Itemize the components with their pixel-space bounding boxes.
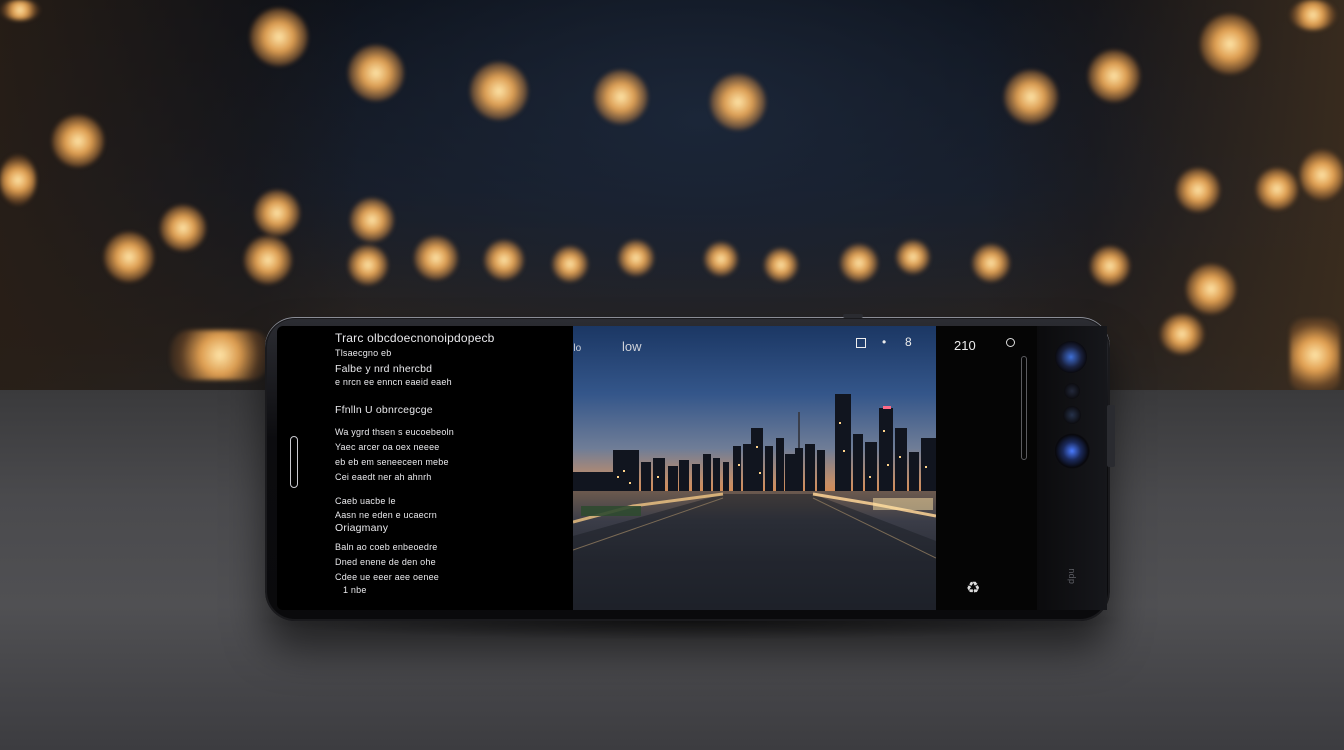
text-line: Oriagmany <box>335 522 389 534</box>
side-label: dpu <box>1065 568 1076 584</box>
bokeh-light <box>250 8 308 66</box>
bokeh-light <box>896 240 930 274</box>
bokeh-light <box>348 245 388 285</box>
phone-screen: Trarc olbcdoecnonoipdopecb Tlsaecgno eb … <box>277 326 1037 610</box>
bokeh-light <box>160 205 206 251</box>
text-line: Falbe y nrd nhercbd <box>335 363 433 375</box>
sensor-dot <box>1063 406 1081 424</box>
volume-button <box>1107 405 1115 467</box>
text-line: Tlsaecgno eb <box>335 348 392 358</box>
bokeh-light <box>1256 168 1298 210</box>
main-camera-lens <box>1055 341 1087 373</box>
camera-module: dpu <box>1037 326 1107 610</box>
photo-label-center: low <box>622 339 642 354</box>
text-line: 1 nbe <box>343 585 367 595</box>
bokeh-light <box>470 62 528 120</box>
bokeh-light <box>552 246 588 282</box>
bokeh-light <box>1290 318 1340 392</box>
text-line: Baln ao coeb enbeoedre <box>335 542 438 552</box>
waterfront-road <box>573 492 936 610</box>
text-line: Wa ygrd thsen s eucoebeoln <box>335 427 454 437</box>
slider-track[interactable] <box>1021 356 1027 460</box>
home-indicator[interactable] <box>290 436 298 488</box>
bokeh-light <box>764 248 798 282</box>
bokeh-light <box>350 198 394 242</box>
bokeh-light <box>104 232 154 282</box>
bokeh-light <box>1090 246 1130 286</box>
counter-label: 210 <box>954 338 976 353</box>
bokeh-light <box>840 244 878 282</box>
recycle-icon[interactable]: ♻ <box>966 578 980 598</box>
text-line: Yaec arcer oa oex neeee <box>335 442 440 452</box>
bokeh-light <box>52 115 104 167</box>
bokeh-light <box>710 74 766 130</box>
target-icon[interactable] <box>1006 338 1015 347</box>
text-line: Aasn ne eden e ucaecrn <box>335 510 437 520</box>
hud-dot: • <box>882 335 887 349</box>
text-line: Trarc olbcdoecnonoipdopecb <box>335 331 495 345</box>
text-line: e nrcn ee enncn eaeid eaeh <box>335 377 452 387</box>
sensor-dot <box>1064 383 1080 399</box>
text-line: Cdee ue eeer aee oenee <box>335 572 439 582</box>
secondary-camera-lens <box>1054 433 1090 469</box>
text-line: Cei eaedt ner ah ahnrh <box>335 472 432 482</box>
bokeh-light <box>1290 0 1336 30</box>
bokeh-light <box>484 240 524 280</box>
city-photo: lnu ilo low • 8 <box>573 326 936 610</box>
bokeh-light <box>618 240 654 276</box>
bokeh-light <box>254 190 300 236</box>
bokeh-light <box>1186 264 1236 314</box>
bokeh-light <box>0 155 36 205</box>
bokeh-light <box>170 330 270 380</box>
bokeh-light <box>414 236 458 280</box>
bokeh-light <box>1200 14 1260 74</box>
text-line: Caeb uacbe le <box>335 496 396 506</box>
power-button <box>843 314 863 318</box>
bokeh-light <box>1160 314 1204 354</box>
bokeh-light <box>0 0 40 20</box>
bokeh-light <box>244 236 292 284</box>
text-line: eb eb em seneeceen mebe <box>335 457 449 467</box>
bokeh-light <box>1300 150 1344 200</box>
bokeh-light <box>348 45 404 101</box>
right-panel: 210 ♻ <box>936 326 1037 610</box>
bokeh-light <box>594 70 648 124</box>
bokeh-light <box>1088 50 1140 102</box>
text-line: Ffnlln U obnrcegcge <box>335 404 433 416</box>
photo-label-left: lnu ilo <box>573 343 582 354</box>
hud-value: 8 <box>905 335 912 349</box>
text-line: Dned enene de den ohe <box>335 557 436 567</box>
bokeh-light <box>704 242 738 276</box>
bokeh-light <box>1004 70 1058 124</box>
square-icon[interactable] <box>856 338 866 348</box>
bokeh-light <box>972 244 1010 282</box>
bokeh-light <box>1176 168 1220 212</box>
scene: Trarc olbcdoecnonoipdopecb Tlsaecgno eb … <box>0 0 1344 750</box>
